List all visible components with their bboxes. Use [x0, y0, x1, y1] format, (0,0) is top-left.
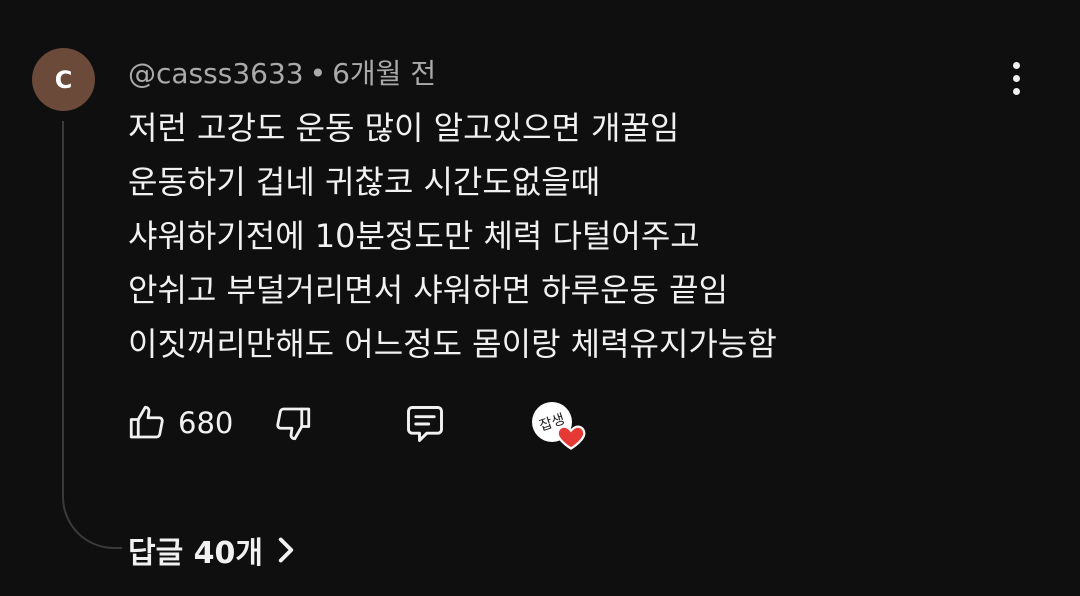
comment-text: 저런 고강도 운동 많이 알고있으면 개꿀임 운동하기 겁네 귀찮코 시간도없을… — [128, 101, 988, 371]
comment-line: 샤워하기전에 10분정도만 체력 다털어주고 — [128, 217, 700, 255]
thumb-down-icon — [276, 407, 311, 441]
avatar-letter: C — [54, 65, 73, 94]
comment-line: 이짓꺼리만해도 어느정도 몸이랑 체력유지가능함 — [128, 325, 777, 363]
thread-line — [62, 121, 122, 549]
creator-heart: 잡생 — [532, 402, 586, 450]
reply-icon — [407, 406, 443, 442]
replies-button[interactable]: 답글 40개 — [128, 528, 295, 572]
comment-line: 저런 고강도 운동 많이 알고있으면 개꿀임 — [128, 109, 680, 147]
comment-line: 운동하기 겁네 귀찮코 시간도없을때 — [128, 163, 601, 201]
creator-avatar: 잡생 — [532, 402, 586, 450]
replies-label: 답글 40개 — [128, 536, 263, 571]
author-handle[interactable]: @casss3633 — [128, 57, 304, 90]
comment-line: 안쉬고 부덜거리면서 샤워하면 하루운동 끝임 — [128, 271, 729, 309]
meta-separator: • — [309, 57, 327, 90]
avatar[interactable]: C — [32, 48, 95, 111]
chevron-right-icon — [278, 537, 294, 563]
like-button[interactable]: 680 — [126, 402, 233, 444]
comment-actions: 680 잡생 — [0, 402, 1080, 450]
reply-button[interactable] — [402, 402, 448, 446]
comment-meta: @casss3633 • 6개월 전 — [128, 52, 436, 92]
heart-icon — [556, 425, 586, 450]
dislike-button[interactable] — [272, 402, 314, 444]
comment-time: 6개월 전 — [332, 57, 437, 90]
like-count: 680 — [178, 406, 234, 440]
thumb-up-icon — [129, 405, 164, 439]
more-vert-icon[interactable] — [1002, 58, 1030, 98]
